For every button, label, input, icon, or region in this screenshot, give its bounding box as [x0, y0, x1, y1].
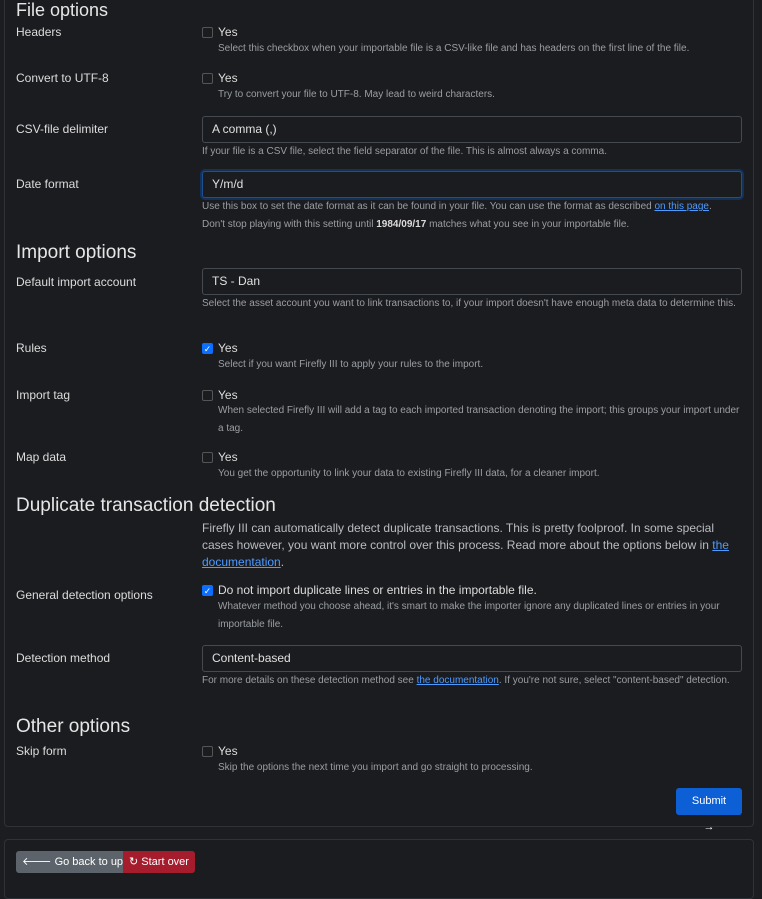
duplicate-intro-text: Firefly III can automatically detect dup… [202, 521, 715, 552]
detection-help-end: . If you're not sure, select "content-ba… [498, 675, 730, 686]
map-checkbox[interactable] [202, 452, 213, 463]
section-title-import-options: Import options [16, 242, 137, 263]
date-format-help: Use this box to set the date format as i… [202, 198, 712, 234]
general-detection-label: General detection options [16, 588, 153, 602]
utf8-help: Try to convert your file to UTF-8. May l… [218, 89, 495, 100]
date-format-help-text: Use this box to set the date format as i… [202, 201, 655, 212]
delimiter-select[interactable]: A comma (,) [202, 116, 742, 143]
skip-form-checkbox-label[interactable]: Yes [218, 744, 238, 758]
submit-button[interactable]: Submit → [676, 788, 742, 833]
section-title-file-options: File options [16, 0, 109, 20]
arrow-left-icon: 🡐 [22, 856, 52, 868]
account-select[interactable]: TS - Dan [202, 268, 742, 295]
detection-method-select[interactable]: Content-based [202, 645, 742, 672]
tag-label: Import tag [16, 388, 71, 402]
date-format-link[interactable]: on this page [655, 201, 710, 212]
utf8-checkbox-label[interactable]: Yes [218, 71, 238, 85]
duplicate-intro-end: . [280, 555, 285, 569]
date-format-help2-end: matches what you see in your importable … [426, 219, 630, 230]
account-label: Default import account [16, 275, 137, 289]
headers-help: Select this checkbox when your importabl… [218, 43, 690, 54]
start-over-label: Start over [141, 856, 189, 868]
section-title-other: Other options [16, 716, 131, 737]
detection-method-help: For more details on these detection meth… [202, 672, 742, 690]
date-format-input[interactable]: Y/m/d [202, 171, 742, 198]
map-help: You get the opportunity to link your dat… [218, 468, 600, 479]
delimiter-label: CSV-file delimiter [16, 122, 109, 136]
date-format-help-end: . [709, 201, 712, 212]
ignore-duplicates-label[interactable]: Do not import duplicate lines or entries… [218, 583, 537, 597]
rules-checkbox[interactable]: ✓ [202, 343, 213, 354]
delimiter-help: If your file is a CSV file, select the f… [202, 146, 607, 157]
headers-checkbox[interactable] [202, 27, 213, 38]
date-format-help2: Don't stop playing with this setting unt… [202, 219, 377, 230]
start-over-button[interactable]: ↻ Start over [123, 851, 195, 873]
rules-label: Rules [16, 341, 47, 355]
date-example: 1984/09/17 [376, 219, 427, 230]
skip-form-label: Skip form [16, 744, 67, 758]
date-format-label: Date format [16, 177, 79, 191]
skip-form-checkbox[interactable] [202, 746, 213, 757]
detection-method-label: Detection method [16, 651, 111, 665]
rules-checkbox-label[interactable]: Yes [218, 341, 238, 355]
detection-help-text: For more details on these detection meth… [202, 675, 417, 686]
skip-form-help: Skip the options the next time you impor… [218, 762, 533, 773]
section-title-duplicate: Duplicate transaction detection [16, 495, 276, 516]
utf8-checkbox[interactable] [202, 73, 213, 84]
tag-checkbox[interactable] [202, 390, 213, 401]
rules-help: Select if you want Firefly III to apply … [218, 359, 484, 370]
headers-label: Headers [16, 25, 62, 39]
general-detection-help: Whatever method you choose ahead, it's s… [218, 601, 720, 630]
refresh-icon: ↻ [129, 856, 139, 868]
map-checkbox-label[interactable]: Yes [218, 450, 238, 464]
tag-checkbox-label[interactable]: Yes [218, 388, 238, 402]
headers-checkbox-label[interactable]: Yes [218, 25, 238, 39]
utf8-label: Convert to UTF-8 [16, 71, 109, 85]
account-help: Select the asset account you want to lin… [202, 298, 736, 309]
duplicate-intro: Firefly III can automatically detect dup… [202, 520, 742, 571]
map-label: Map data [16, 450, 67, 464]
ignore-duplicates-checkbox[interactable]: ✓ [202, 585, 213, 596]
detection-doc-link[interactable]: the documentation [417, 675, 499, 686]
tag-help: When selected Firefly III will add a tag… [218, 405, 740, 434]
